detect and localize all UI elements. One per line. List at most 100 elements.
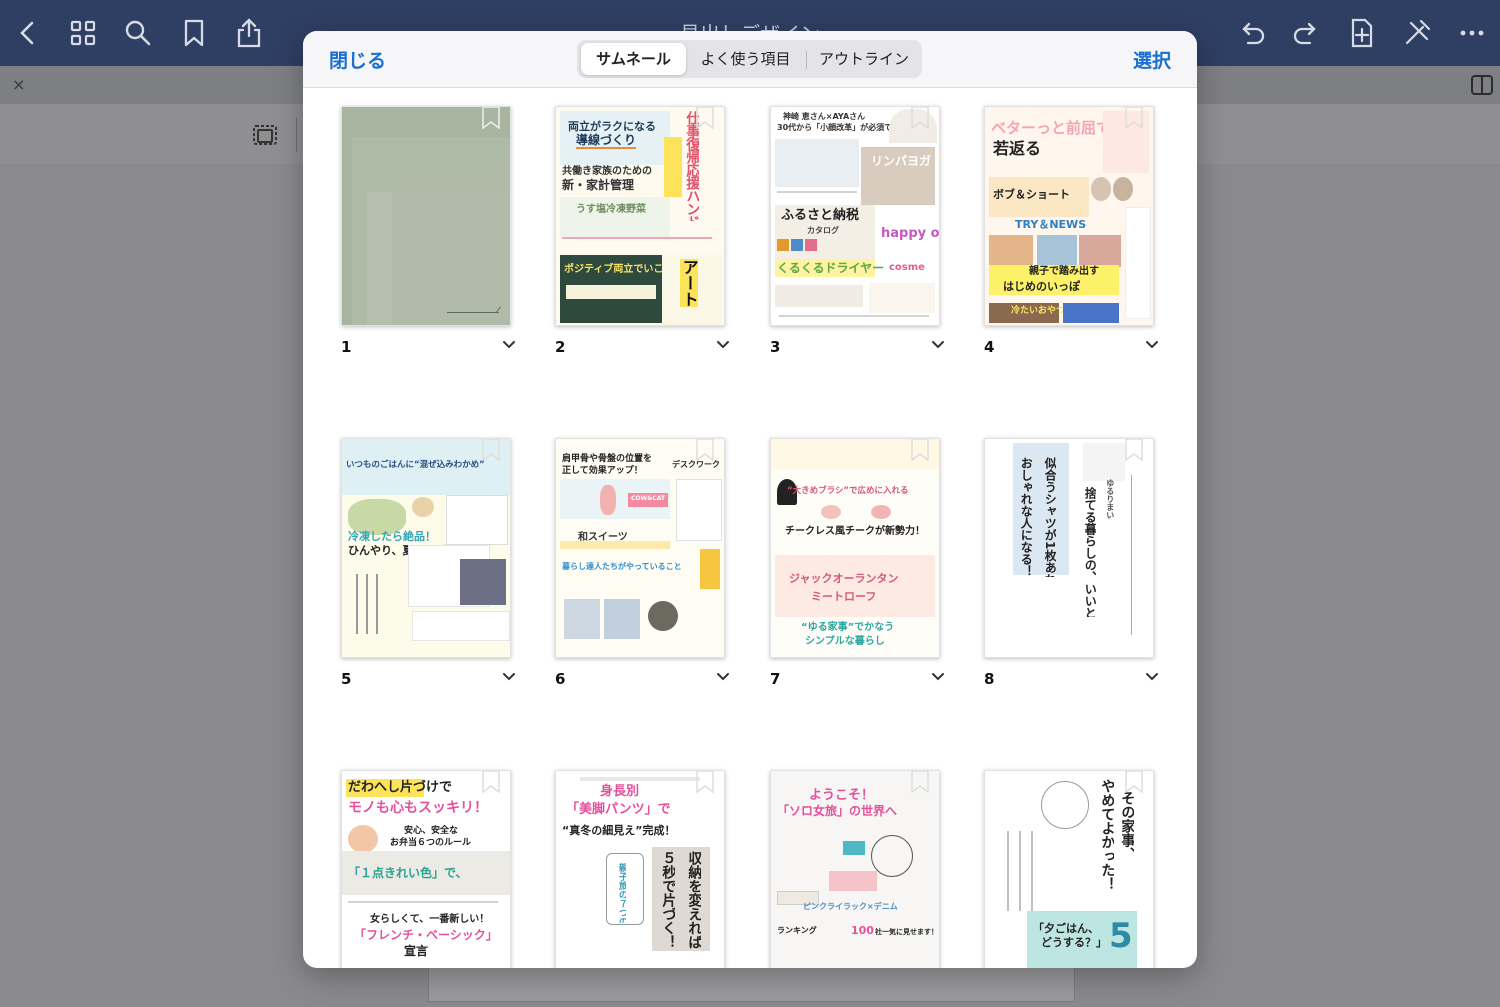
chevron-down-icon[interactable] — [1145, 340, 1159, 350]
thumb-text: その家事、 — [1119, 791, 1135, 861]
thumb-text: cosme — [889, 262, 925, 273]
bookmark-icon[interactable] — [178, 17, 210, 49]
thumb-text: 冷凍したら絶品！ — [348, 530, 436, 543]
close-button[interactable]: 閉じる — [329, 46, 386, 73]
bookmark-icon[interactable] — [696, 107, 714, 129]
bookmark-icon[interactable] — [911, 107, 929, 129]
tab-outline[interactable]: アウトライン — [808, 43, 920, 75]
chevron-down-icon[interactable] — [502, 672, 516, 682]
bookmark-icon[interactable] — [696, 439, 714, 461]
thumb-text: デスクワーク — [672, 460, 720, 469]
bookmark-icon[interactable] — [1125, 771, 1143, 793]
thumb-text: ミートローフ — [811, 590, 877, 603]
bookmark-icon[interactable] — [1125, 439, 1143, 461]
thumb-text: 導線づくり — [576, 133, 637, 149]
bookmark-icon[interactable] — [1125, 107, 1143, 129]
thumb-text: ジャックオーランタン — [789, 572, 899, 585]
share-icon[interactable] — [233, 17, 265, 49]
page-thumbnail[interactable]: 似合うシャツが1枚あれば おしゃれな人になる！ ゆるりまい 捨てる暮らしの、いい… — [984, 438, 1154, 658]
chevron-down-icon[interactable] — [502, 340, 516, 350]
search-icon[interactable] — [122, 17, 154, 49]
thumb-text: 両立がラクになる — [568, 120, 656, 133]
thumb-text: 女らしくて、一番新しい！ — [370, 914, 490, 925]
thumb-text: ベターっと前屈で — [991, 119, 1112, 137]
page-number: 5 — [341, 670, 352, 688]
page-thumbnail[interactable]: その家事、 やめてよかった！ 「夕ごはん、 どうする？」 5 — [984, 770, 1154, 968]
page-thumbnails-modal: 閉じる サムネール よく使う項目 アウトライン 選択 1 両立がラクになる 導線… — [303, 31, 1197, 968]
thumb-text: 似合うシャツが1枚あれば — [1043, 457, 1057, 577]
thumb-text: 新・家計管理 — [562, 178, 635, 192]
bookmark-icon[interactable] — [696, 771, 714, 793]
page-thumbnail[interactable]: 神崎 恵さん×AYAさん 30代から「小顔改革」が必須です！ リンパヨガ ふるさ… — [770, 106, 940, 326]
bookmark-icon[interactable] — [911, 771, 929, 793]
page-thumbnail[interactable]: ベターっと前屈で 若返る ボブ＆ショート TRY＆NEWS 親子で踏み出す はじ… — [984, 106, 1154, 326]
thumb-text: ようこそ！ — [809, 788, 875, 803]
tab-favorites[interactable]: よく使う項目 — [688, 43, 803, 75]
tab-thumbnails[interactable]: サムネール — [581, 43, 686, 75]
add-page-icon[interactable] — [1346, 17, 1378, 49]
thumb-text: 「美脚パンツ」で — [566, 802, 671, 817]
page-thumbnail[interactable] — [341, 106, 511, 326]
chevron-down-icon[interactable] — [1145, 672, 1159, 682]
chevron-down-icon[interactable] — [716, 340, 730, 350]
chevron-down-icon[interactable] — [931, 340, 945, 350]
bookmark-icon[interactable] — [482, 771, 500, 793]
thumb-text: ピンクライラック×デニム — [803, 902, 898, 911]
bookmark-icon[interactable] — [482, 439, 500, 461]
bookmark-icon[interactable] — [911, 439, 929, 461]
thumb-text: ボブ＆ショート — [993, 188, 1070, 201]
page-thumbnail[interactable]: 身長別 「美脚パンツ」で “真冬の細見え”完成！ 親子旅の７つのルール 収納を変… — [555, 770, 725, 968]
thumb-text: チークレス風チークが新勢力！ — [785, 526, 925, 537]
page-thumbnail[interactable]: ようこそ！ 「ソロ女旅」の世界へ ピンクライラック×デニム ランキング 100 … — [770, 770, 940, 968]
thumb-text: 収納を変えれば — [686, 851, 702, 949]
thumb-text: 「夕ごはん、 — [1033, 922, 1099, 935]
thumb-text: 若返る — [993, 139, 1042, 158]
thumb-text: だわへし片づけで — [348, 780, 453, 795]
pen-tool-icon[interactable] — [1401, 17, 1433, 49]
thumb-text: やめてよかった！ — [1099, 779, 1115, 891]
thumb-text: 暮らし達人たちがやっていること — [562, 562, 682, 571]
page-number: 7 — [770, 670, 781, 688]
page-thumbnail[interactable]: “大きめブラシ”で広めに入れる チークレス風チークが新勢力！ ジャックオーランタ… — [770, 438, 940, 658]
modal-header: 閉じる サムネール よく使う項目 アウトライン 選択 — [303, 31, 1197, 88]
page-thumbnail[interactable]: いつものごはんに“混ぜ込みわかめ” 冷凍したら絶品！ ひんやり、夏レシピ — [341, 438, 511, 658]
sidebar-toggle-icon[interactable] — [1470, 74, 1494, 96]
thumb-text: 共働き家族のための — [562, 166, 652, 177]
thumb-text: モノも心もスッキリ！ — [348, 800, 488, 816]
lasso-tool-icon[interactable] — [248, 119, 280, 149]
thumb-text: 正して効果アップ！ — [562, 466, 643, 476]
thumb-text: 親子旅の７つのルール — [616, 863, 626, 923]
thumb-text: 親子で踏み出す — [1029, 266, 1099, 277]
thumb-text: リンパヨガ — [871, 154, 932, 168]
chevron-down-icon[interactable] — [716, 672, 730, 682]
bookmark-icon[interactable] — [482, 107, 500, 129]
thumb-text: くるくるドライヤー — [777, 261, 885, 275]
thumb-text: 冷たいおやつ — [1011, 306, 1066, 316]
tab-close-icon[interactable]: × — [12, 75, 25, 94]
more-icon[interactable] — [1456, 17, 1488, 49]
page-thumbnail[interactable]: 肩甲骨や骨盤の位置を 正して効果アップ！ デスクワーク COW&CAT 和スイー… — [555, 438, 725, 658]
chevron-down-icon[interactable] — [931, 672, 945, 682]
back-icon[interactable] — [12, 17, 44, 49]
page-number: 3 — [770, 338, 781, 356]
page-number: 1 — [341, 338, 352, 356]
thumb-text: 「ソロ女旅」の世界へ — [777, 804, 898, 818]
undo-icon[interactable] — [1236, 17, 1268, 49]
thumb-text: ポジティブ両立でいこう — [564, 264, 674, 275]
page-thumbnail[interactable]: 両立がラクになる 導線づくり 仕事復帰応援ハンドブック 共働き家族のための 新・… — [555, 106, 725, 326]
thumb-text: 5 — [1109, 916, 1133, 956]
thumb-text: カタログ — [807, 226, 839, 235]
thumb-text: ふるさと納税 — [781, 208, 860, 223]
thumb-text: シンプルな暮らし — [805, 636, 885, 647]
select-button[interactable]: 選択 — [1133, 46, 1171, 73]
thumb-text: “ゆる家事”でかなう — [801, 622, 895, 633]
page-thumbnail[interactable]: だわへし片づけで モノも心もスッキリ！ 安心、安全な お弁当６つのルール 「１点… — [341, 770, 511, 968]
thumb-text: ランキング — [777, 926, 817, 935]
thumb-text: 捨てる暮らしの、いいところ。 — [1083, 487, 1097, 617]
thumbnail-grid[interactable]: 1 両立がラクになる 導線づくり 仕事復帰応援ハンドブック 共働き家族のための … — [303, 87, 1197, 968]
grid-view-icon[interactable] — [67, 17, 99, 49]
thumb-text: おしゃれな人になる！ — [1019, 457, 1033, 577]
thumb-text: 安心、安全な — [404, 826, 459, 836]
redo-icon[interactable] — [1290, 17, 1322, 49]
thumb-text: COW&CAT — [631, 495, 666, 502]
